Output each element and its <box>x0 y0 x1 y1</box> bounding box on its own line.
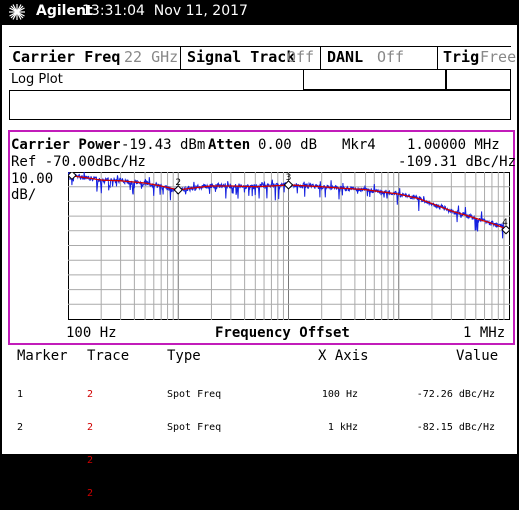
col-header-value: Value <box>456 348 499 364</box>
x-axis-label: Frequency Offset <box>215 325 350 341</box>
scale-value: 10.00 <box>11 171 54 187</box>
signal-track-value[interactable]: Off <box>287 48 314 66</box>
carrier-freq-label: Carrier Freq <box>12 48 121 66</box>
marker-label-1: 1 <box>69 172 75 173</box>
danl-value[interactable]: Off <box>377 48 404 66</box>
col-header-x-axis: X Axis <box>318 348 369 364</box>
status-box <box>446 69 511 90</box>
marker-value: -109.31 dBc/Hz <box>398 154 517 170</box>
marker-column: 1 2 3 4 <box>17 367 29 510</box>
type-column: Spot Freq Spot Freq Spot Freq Spot Freq <box>167 367 221 510</box>
table-row-marker: 4 <box>17 488 24 499</box>
divider <box>180 46 181 70</box>
value-column: -72.26 dBc/Hz -82.15 dBc/Hz -78.75 dBc/H… <box>380 367 495 510</box>
carrier-power-value: -19.43 dBm <box>121 137 206 153</box>
grid-lines <box>68 172 510 320</box>
atten-value: 0.00 dB <box>258 137 318 153</box>
x-stop-label: 1 MHz <box>463 325 506 341</box>
table-row-trace: 2 <box>87 455 94 466</box>
marker-label: Mkr4 <box>342 137 376 153</box>
carrier-freq-value[interactable]: 22 GHz <box>124 48 178 66</box>
date-readout: Nov 11, 2017 <box>153 3 248 19</box>
col-header-type: Type <box>167 348 201 364</box>
x-column: 100 Hz 1 kHz 10 kHz 1 MHz <box>296 367 358 510</box>
marker-freq: 1.00000 MHz <box>407 137 500 153</box>
signal-track-label: Signal Track <box>187 48 296 66</box>
danl-label: DANL <box>327 48 364 66</box>
x-start-label: 100 Hz <box>66 325 117 341</box>
marker-label-2: 2 <box>175 178 181 188</box>
time-readout: 13:31:04 <box>82 3 145 19</box>
table-row-type: Spot Freq <box>167 488 222 499</box>
carrier-power-label: Carrier Power <box>11 137 121 153</box>
table-row-value: -72.26 dBc/Hz <box>416 389 495 400</box>
date-time: 13:31:04 Nov 11, 2017 <box>82 3 248 19</box>
table-row-marker: 2 <box>17 422 24 433</box>
divider <box>437 46 438 70</box>
top-divider <box>9 46 511 47</box>
title-bar: Agilent 13:31:04 Nov 11, 2017 <box>0 0 519 24</box>
table-row-marker: 1 <box>17 389 24 400</box>
table-row-trace: 2 <box>87 422 94 433</box>
table-row-x: 1 MHz <box>327 488 358 499</box>
marker-label-3: 3 <box>286 173 292 183</box>
trace-column: 2 2 2 2 <box>87 367 99 510</box>
table-row-type: Spot Freq <box>167 389 222 400</box>
table-row-value: -78.75 dBc/Hz <box>416 455 495 466</box>
table-row-value: -109.31 dBc/Hz <box>410 488 495 499</box>
table-row-type: Spot Freq <box>167 422 222 433</box>
col-header-trace: Trace <box>87 348 130 364</box>
trig-label: Trig <box>443 48 480 66</box>
log-plot-label: Log Plot <box>11 72 63 87</box>
atten-label: Atten <box>208 137 251 153</box>
scale-unit: dB/ <box>11 187 37 203</box>
table-row-type: Spot Freq <box>167 455 222 466</box>
marker-label-4: 4 <box>502 218 508 228</box>
table-row-trace: 2 <box>87 488 94 499</box>
message-box <box>9 90 511 120</box>
table-row-x: 10 kHz <box>321 455 358 466</box>
table-row-x: 100 Hz <box>321 389 358 400</box>
table-row-x: 1 kHz <box>327 422 358 433</box>
phase-noise-plot: 1 2 3 4 <box>68 172 510 320</box>
table-row-marker: 3 <box>17 455 24 466</box>
table-row-value: -82.15 dBc/Hz <box>416 422 495 433</box>
col-header-marker: Marker <box>17 348 68 364</box>
divider <box>320 46 321 70</box>
table-row-trace: 2 <box>87 389 94 400</box>
agilent-logo-icon <box>9 4 25 20</box>
ref-level: Ref -70.00dBc/Hz <box>11 154 146 170</box>
trig-value[interactable]: Free <box>480 48 516 66</box>
status-box <box>303 69 446 90</box>
